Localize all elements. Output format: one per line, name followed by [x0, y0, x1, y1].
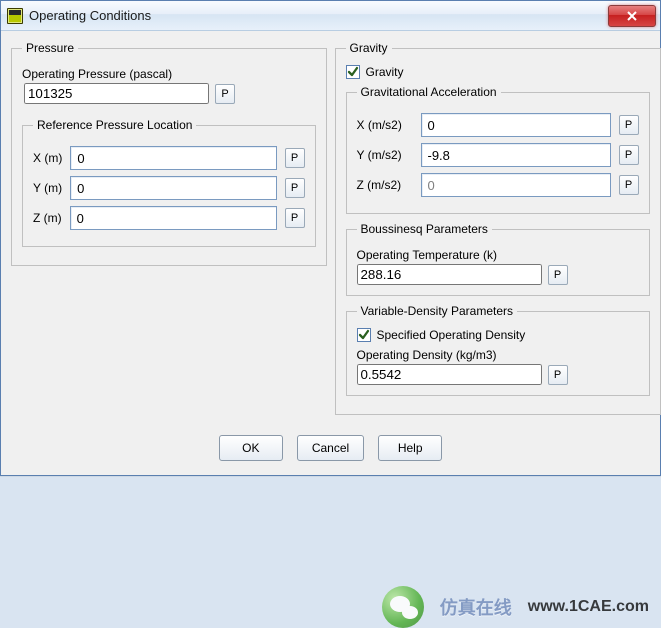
grav-x-input[interactable]	[421, 113, 611, 137]
check-icon	[358, 329, 370, 341]
close-button[interactable]	[608, 5, 656, 27]
boussinesq-legend: Boussinesq Parameters	[357, 222, 492, 236]
ref-z-label: Z (m)	[33, 211, 62, 225]
brand-url: www.1CAE.com	[528, 598, 649, 616]
p-button[interactable]: P	[285, 178, 305, 198]
check-icon	[347, 66, 359, 78]
grav-y-label: Y (m/s2)	[357, 148, 413, 162]
specified-density-label: Specified Operating Density	[377, 328, 526, 342]
dialog-window: Operating Conditions Pressure Operating …	[0, 0, 661, 476]
p-button[interactable]: P	[619, 175, 639, 195]
wechat-icon	[382, 586, 424, 628]
gravity-checkbox[interactable]	[346, 65, 360, 79]
close-icon	[626, 10, 638, 22]
gravity-group: Gravity Gravity Gravitational Accelerati…	[335, 41, 661, 415]
help-button[interactable]: Help	[378, 435, 442, 461]
ref-x-label: X (m)	[33, 151, 62, 165]
p-button[interactable]: P	[215, 84, 235, 104]
gravity-legend: Gravity	[346, 41, 392, 55]
titlebar: Operating Conditions	[1, 1, 660, 31]
watermark-overlay: 仿真在线 www.1CAE.com	[0, 587, 661, 627]
cancel-button[interactable]: Cancel	[297, 435, 364, 461]
grav-z-input[interactable]	[421, 173, 611, 197]
ref-pressure-location-group: Reference Pressure Location X (m) P Y (m…	[22, 118, 316, 247]
grav-y-input[interactable]	[421, 143, 611, 167]
p-button[interactable]: P	[285, 208, 305, 228]
op-temp-input[interactable]	[357, 264, 542, 285]
op-pressure-label: Operating Pressure (pascal)	[22, 67, 316, 81]
p-button[interactable]: P	[548, 265, 568, 285]
grav-z-label: Z (m/s2)	[357, 178, 413, 192]
variable-density-legend: Variable-Density Parameters	[357, 304, 518, 318]
ref-pressure-location-legend: Reference Pressure Location	[33, 118, 196, 132]
specified-density-checkbox[interactable]	[357, 328, 371, 342]
op-density-input[interactable]	[357, 364, 542, 385]
op-density-label: Operating Density (kg/m3)	[357, 348, 639, 362]
pressure-legend: Pressure	[22, 41, 78, 55]
window-title: Operating Conditions	[29, 8, 608, 23]
ok-button[interactable]: OK	[219, 435, 283, 461]
grav-accel-group: Gravitational Acceleration X (m/s2) P Y …	[346, 85, 650, 214]
ref-z-input[interactable]	[70, 206, 277, 230]
p-button[interactable]: P	[285, 148, 305, 168]
ref-x-input[interactable]	[70, 146, 276, 170]
brand-text: 仿真在线	[440, 594, 512, 620]
op-temp-label: Operating Temperature (k)	[357, 248, 639, 262]
gravity-checkbox-label: Gravity	[366, 65, 404, 79]
ref-y-input[interactable]	[70, 176, 276, 200]
pressure-group: Pressure Operating Pressure (pascal) P R…	[11, 41, 327, 266]
boussinesq-group: Boussinesq Parameters Operating Temperat…	[346, 222, 650, 296]
app-icon	[7, 8, 23, 24]
grav-accel-legend: Gravitational Acceleration	[357, 85, 501, 99]
op-pressure-input[interactable]	[24, 83, 209, 104]
ref-y-label: Y (m)	[33, 181, 62, 195]
grav-x-label: X (m/s2)	[357, 118, 413, 132]
p-button[interactable]: P	[619, 115, 639, 135]
client-area: Pressure Operating Pressure (pascal) P R…	[1, 31, 660, 475]
button-bar: OK Cancel Help	[11, 435, 650, 461]
p-button[interactable]: P	[619, 145, 639, 165]
p-button[interactable]: P	[548, 365, 568, 385]
variable-density-group: Variable-Density Parameters Specified Op…	[346, 304, 650, 396]
